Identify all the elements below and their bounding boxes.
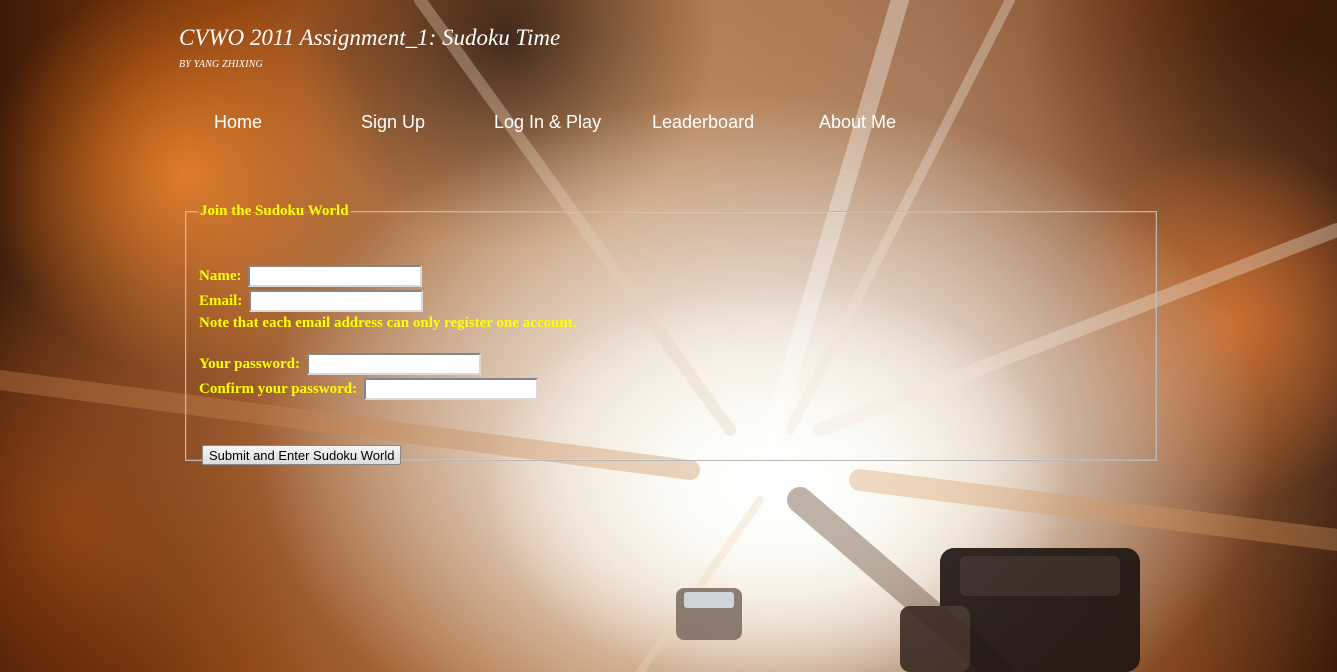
nav-leaderboard[interactable]: Leaderboard	[652, 111, 754, 133]
confirm-password-label: Confirm your password:	[199, 381, 358, 397]
site-title: CVWO 2011 Assignment_1: Sudoku Time	[179, 25, 561, 50]
car-right	[900, 548, 1140, 672]
car-left	[676, 588, 742, 640]
password-label: Your password:	[199, 356, 300, 372]
submit-button[interactable]: Submit and Enter Sudoku World	[202, 445, 402, 465]
confirm-password-input[interactable]	[363, 378, 538, 400]
nav-about-me[interactable]: About Me	[819, 111, 896, 133]
email-input[interactable]	[249, 290, 424, 312]
nav-home[interactable]: Home	[214, 111, 262, 133]
nav-log-in-play[interactable]: Log In & Play	[494, 111, 601, 133]
email-row: Email:	[199, 290, 424, 312]
signup-legend: Join the Sudoku World	[200, 203, 349, 219]
password-input[interactable]	[306, 353, 481, 375]
site-header: CVWO 2011 Assignment_1: Sudoku Time BY Y…	[179, 24, 560, 70]
name-input[interactable]	[248, 265, 423, 287]
name-label: Name:	[199, 268, 242, 284]
confirm-password-row: Confirm your password:	[199, 378, 538, 400]
byline: BY YANG ZHIXING	[179, 59, 263, 70]
email-note: Note that each email address can only re…	[199, 315, 577, 331]
signup-fieldset: Join the Sudoku World Name: Email: Note …	[185, 203, 1157, 465]
email-label: Email:	[199, 293, 243, 309]
name-row: Name:	[199, 265, 423, 287]
nav-sign-up[interactable]: Sign Up	[361, 111, 425, 133]
password-row: Your password:	[199, 353, 481, 375]
